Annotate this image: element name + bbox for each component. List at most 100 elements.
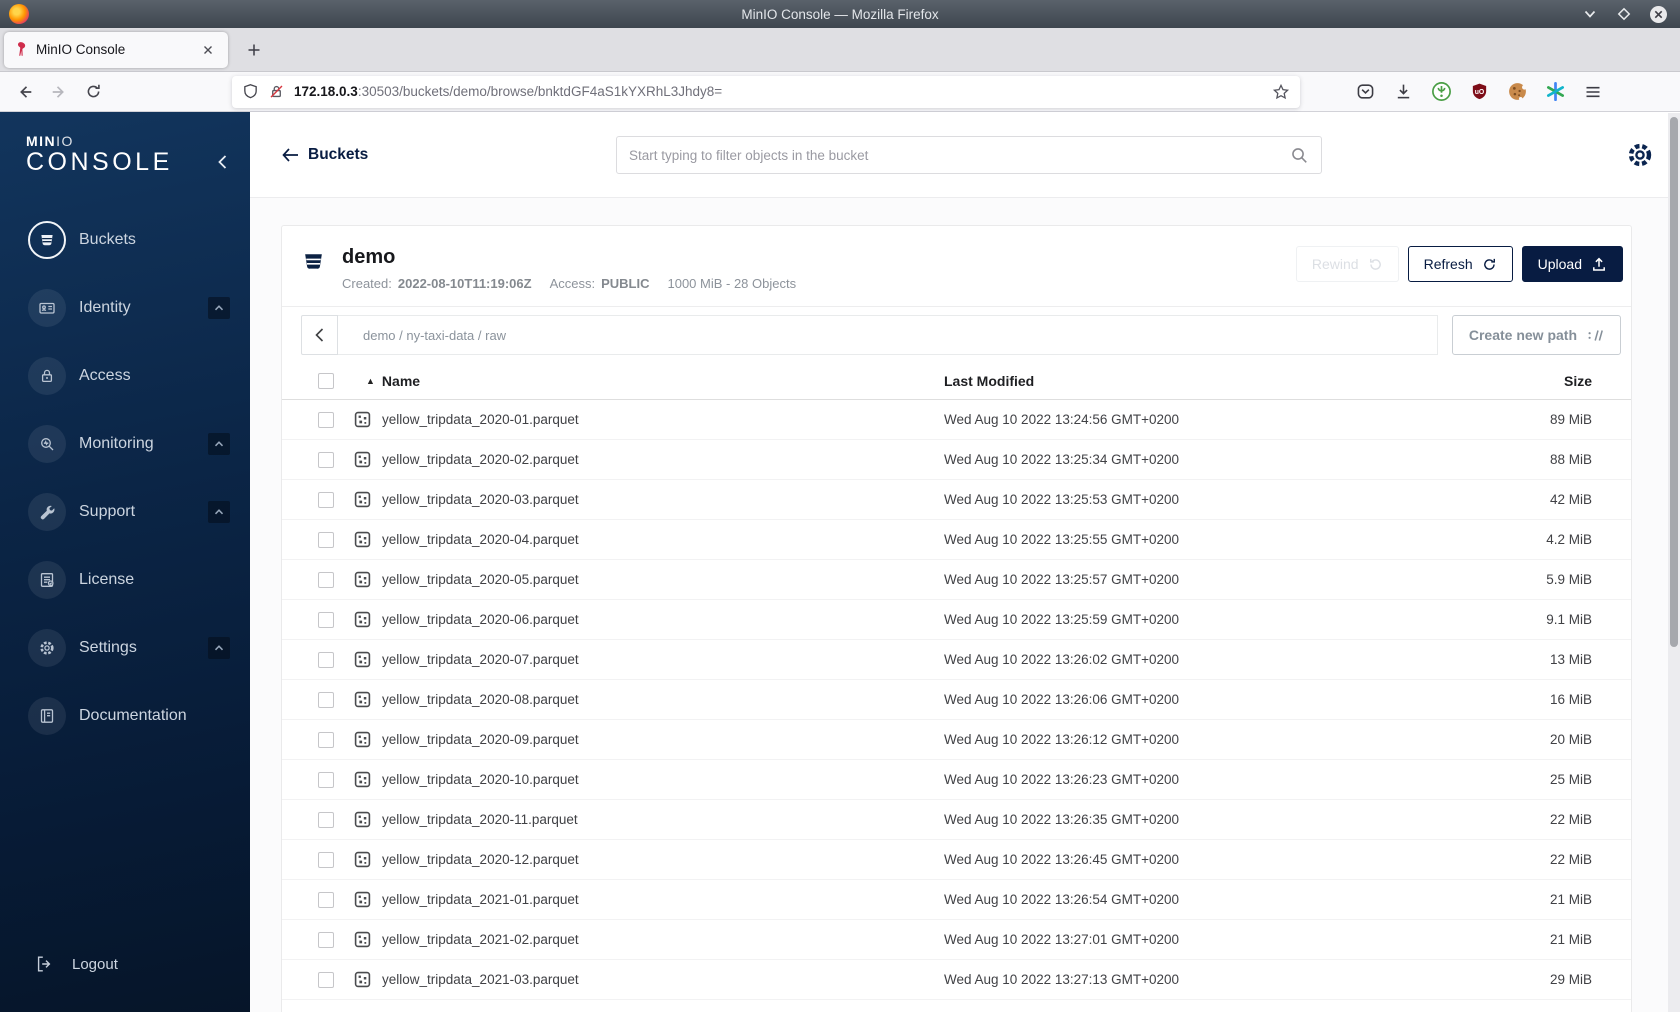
minio-console-logo: MINIO CONSOLE bbox=[26, 133, 173, 176]
search-input[interactable] bbox=[629, 147, 1290, 163]
settings-gear-icon[interactable] bbox=[1625, 140, 1655, 170]
table-row[interactable]: yellow_tripdata_2021-01.parquet Wed Aug … bbox=[282, 880, 1631, 920]
back-arrow-icon bbox=[282, 147, 298, 162]
table-row[interactable]: yellow_tripdata_2020-03.parquet Wed Aug … bbox=[282, 480, 1631, 520]
row-checkbox[interactable] bbox=[318, 411, 334, 428]
column-header-name[interactable]: ▲ Name bbox=[354, 373, 944, 389]
breadcrumb[interactable]: demo / ny-taxi-data / raw bbox=[338, 315, 1438, 355]
privacy-badger-icon[interactable] bbox=[1428, 79, 1454, 105]
object-size: 21 MiB bbox=[1549, 932, 1592, 947]
back-to-buckets-link[interactable]: Buckets bbox=[282, 146, 368, 164]
chevron-up-icon[interactable] bbox=[208, 637, 230, 659]
page-scrollbar[interactable] bbox=[1668, 113, 1680, 1012]
url-bar[interactable]: 172.18.0.3 :30503/buckets/demo/browse/bn… bbox=[232, 75, 1300, 108]
rewind-button[interactable]: Rewind bbox=[1295, 246, 1399, 282]
new-tab-button[interactable] bbox=[238, 34, 270, 66]
back-button[interactable] bbox=[8, 77, 42, 107]
table-row[interactable]: yellow_tripdata_2021-02.parquet Wed Aug … bbox=[282, 920, 1631, 960]
object-size: 5.9 MiB bbox=[1546, 572, 1592, 587]
chevron-up-icon[interactable] bbox=[208, 433, 230, 455]
row-checkbox[interactable] bbox=[318, 611, 334, 628]
pocket-icon[interactable] bbox=[1352, 79, 1378, 105]
downloads-icon[interactable] bbox=[1390, 79, 1416, 105]
table-row[interactable]: yellow_tripdata_2020-11.parquet Wed Aug … bbox=[282, 800, 1631, 840]
object-modified: Wed Aug 10 2022 13:25:59 GMT+0200 bbox=[944, 612, 1180, 627]
cookie-icon[interactable] bbox=[1504, 79, 1530, 105]
menu-hamburger-icon[interactable] bbox=[1580, 79, 1606, 105]
table-row[interactable]: yellow_tripdata_2020-05.parquet Wed Aug … bbox=[282, 560, 1631, 600]
sidebar-item-support[interactable]: Support bbox=[0, 478, 250, 546]
row-checkbox[interactable] bbox=[318, 691, 334, 708]
table-row[interactable]: yellow_tripdata_2020-10.parquet Wed Aug … bbox=[282, 760, 1631, 800]
firefox-logo-icon bbox=[9, 4, 29, 24]
table-row[interactable]: yellow_tripdata_2021-03.parquet Wed Aug … bbox=[282, 960, 1631, 1000]
upload-button[interactable]: Upload bbox=[1521, 246, 1623, 282]
object-browser-topbar: Buckets bbox=[250, 112, 1680, 198]
row-checkbox[interactable] bbox=[318, 451, 334, 468]
path-back-button[interactable] bbox=[301, 315, 338, 355]
url-host: 172.18.0.3 bbox=[294, 84, 358, 99]
refresh-button[interactable]: Refresh bbox=[1407, 246, 1513, 282]
object-modified: Wed Aug 10 2022 13:26:23 GMT+0200 bbox=[944, 772, 1180, 787]
row-checkbox[interactable] bbox=[318, 811, 334, 828]
column-header-last-modified[interactable]: Last Modified bbox=[944, 373, 1474, 389]
parquet-file-icon bbox=[354, 411, 382, 428]
row-checkbox[interactable] bbox=[318, 731, 334, 748]
table-row[interactable]: yellow_tripdata_2020-09.parquet Wed Aug … bbox=[282, 720, 1631, 760]
sidebar-item-documentation[interactable]: Documentation bbox=[0, 682, 250, 750]
parquet-file-icon bbox=[354, 611, 382, 628]
table-row[interactable]: yellow_tripdata_2020-08.parquet Wed Aug … bbox=[282, 680, 1631, 720]
row-checkbox[interactable] bbox=[318, 531, 334, 548]
sidebar-item-license[interactable]: License bbox=[0, 546, 250, 614]
column-header-size[interactable]: Size bbox=[1474, 373, 1592, 389]
sidebar-item-settings[interactable]: Settings bbox=[0, 614, 250, 682]
window-close-button[interactable] bbox=[1648, 4, 1668, 24]
row-checkbox[interactable] bbox=[318, 931, 334, 948]
row-checkbox[interactable] bbox=[318, 891, 334, 908]
filter-objects-search[interactable] bbox=[616, 136, 1322, 174]
row-checkbox[interactable] bbox=[318, 571, 334, 588]
table-row[interactable]: yellow_tripdata_2020-01.parquet Wed Aug … bbox=[282, 400, 1631, 440]
sidebar-item-access[interactable]: Access bbox=[0, 342, 250, 410]
chevron-up-icon[interactable] bbox=[208, 297, 230, 319]
window-maximize-button[interactable] bbox=[1614, 4, 1634, 24]
parquet-file-icon bbox=[354, 531, 382, 548]
row-checkbox[interactable] bbox=[318, 771, 334, 788]
bookmark-star-icon[interactable] bbox=[1272, 83, 1290, 101]
bucket-meta: Created: 2022-08-10T11:19:06Z Access: PUBL… bbox=[342, 276, 797, 291]
sidebar-collapse-icon[interactable] bbox=[210, 150, 234, 174]
sidebar-item-identity[interactable]: Identity bbox=[0, 274, 250, 342]
table-row[interactable]: yellow_tripdata_2020-07.parquet Wed Aug … bbox=[282, 640, 1631, 680]
sidebar-item-monitoring[interactable]: Monitoring bbox=[0, 410, 250, 478]
tab-close-icon[interactable] bbox=[197, 39, 219, 61]
object-modified: Wed Aug 10 2022 13:26:12 GMT+0200 bbox=[944, 732, 1180, 747]
row-checkbox[interactable] bbox=[318, 491, 334, 508]
chevron-up-icon[interactable] bbox=[208, 501, 230, 523]
scrollbar-thumb[interactable] bbox=[1670, 117, 1678, 647]
row-checkbox[interactable] bbox=[318, 851, 334, 868]
object-size: 16 MiB bbox=[1549, 692, 1592, 707]
tracking-shield-icon[interactable] bbox=[242, 83, 259, 100]
create-new-path-button[interactable]: Create new path bbox=[1451, 315, 1621, 355]
object-name: yellow_tripdata_2020-10.parquet bbox=[382, 772, 579, 787]
row-checkbox[interactable] bbox=[318, 971, 334, 988]
reload-button[interactable] bbox=[76, 77, 110, 107]
browser-toolbar: 172.18.0.3 :30503/buckets/demo/browse/bn… bbox=[0, 72, 1680, 112]
path-slashes-icon bbox=[1588, 329, 1603, 341]
table-row[interactable]: yellow_tripdata_2020-06.parquet Wed Aug … bbox=[282, 600, 1631, 640]
sidebar-item-buckets[interactable]: Buckets bbox=[0, 206, 250, 274]
row-checkbox[interactable] bbox=[318, 651, 334, 668]
select-all-checkbox[interactable] bbox=[318, 373, 334, 389]
table-row[interactable]: yellow_tripdata_2020-02.parquet Wed Aug … bbox=[282, 440, 1631, 480]
table-row[interactable]: yellow_tripdata_2020-12.parquet Wed Aug … bbox=[282, 840, 1631, 880]
object-modified: Wed Aug 10 2022 13:25:55 GMT+0200 bbox=[944, 532, 1180, 547]
ublock-origin-icon[interactable]: uO bbox=[1466, 79, 1492, 105]
sidebar-item-logout[interactable]: Logout bbox=[0, 942, 250, 986]
forward-button[interactable] bbox=[42, 77, 76, 107]
extension-asterisk-icon[interactable] bbox=[1542, 79, 1568, 105]
window-minimize-button[interactable] bbox=[1580, 4, 1600, 24]
url-path: :30503/buckets/demo/browse/bnktdGF4aS1kY… bbox=[357, 84, 723, 99]
insecure-lock-icon[interactable] bbox=[268, 83, 285, 100]
table-row[interactable]: yellow_tripdata_2020-04.parquet Wed Aug … bbox=[282, 520, 1631, 560]
browser-tab[interactable]: MinIO Console bbox=[4, 31, 228, 68]
